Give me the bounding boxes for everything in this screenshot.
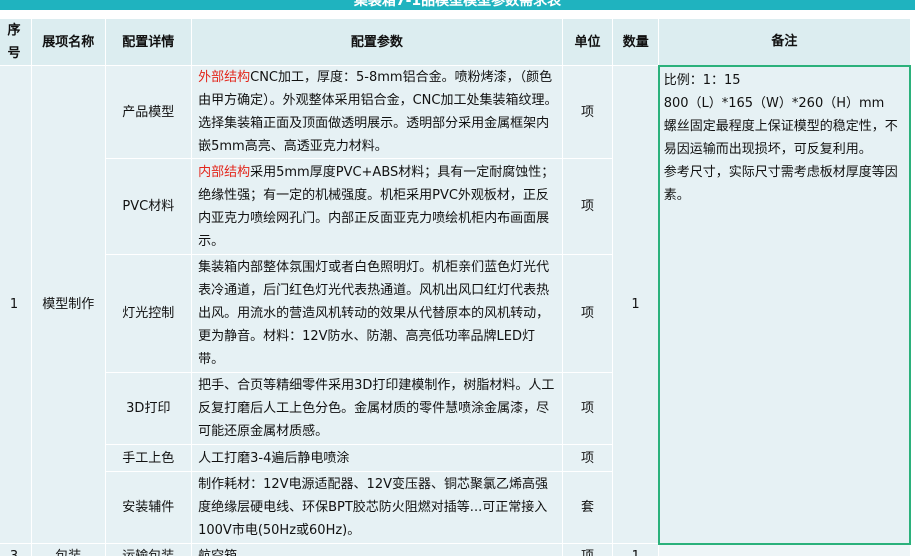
row1-params-highlight: 外部结构: [198, 70, 251, 85]
row3-unit: 项: [561, 254, 614, 373]
group3-qty: 1: [612, 543, 660, 556]
remark-line: 螺丝固定最程度上保证模型的稳定性，不易因运输而出现损坏，可反复利用。: [663, 118, 898, 157]
row5-params: 人工打磨3-4遍后静电喷涂: [191, 444, 563, 472]
row1-detail: 产品模型: [104, 65, 193, 159]
table-title: 集装箱7-1品模型模型参数需求表: [0, 0, 915, 10]
header-row: 序号 展项名称 配置详情 配置参数 单位 数量 备注: [0, 18, 911, 66]
group3-seq: 3: [0, 543, 32, 556]
group1-name: 模型制作: [30, 65, 106, 544]
row1-unit: 项: [561, 65, 614, 159]
group3-detail: 运输包装: [104, 543, 193, 556]
table-row: 3 包装 运输包装 航空箱 项 1: [0, 543, 911, 556]
row2-params-highlight: 内部结构: [198, 164, 251, 180]
header-config-detail: 配置详情: [104, 18, 193, 66]
group1-seq: 1: [0, 65, 32, 544]
remark-line: 比例：1：15: [663, 72, 741, 88]
row6-params: 制作耗材：12V电源适配器、12V变压器、铜芯聚氯乙烯高强度绝缘层硬电线、环保B…: [191, 471, 563, 544]
header-qty: 数量: [612, 18, 660, 66]
spec-table: 序号 展项名称 配置详情 配置参数 单位 数量 备注 1 模型制作 产品模型 外…: [0, 18, 912, 556]
row4-detail: 3D打印: [104, 372, 193, 445]
spec-sheet: 集装箱7-1品模型模型参数需求表 序号 展项名称 配置详情 配置参数 单位 数量…: [0, 0, 915, 556]
group3-name: 包装: [30, 543, 106, 556]
row2-unit: 项: [561, 158, 614, 255]
group3-unit: 项: [561, 543, 614, 556]
row2-params-text: 采用5mm厚度PVC+ABS材料；具有一定耐腐蚀性；绝缘性强；有一定的机械强度。…: [198, 164, 555, 249]
row6-unit: 套: [561, 471, 614, 544]
header-seq: 序号: [0, 18, 32, 66]
group3-params: 航空箱: [191, 543, 563, 556]
group1-qty: 1: [612, 65, 660, 544]
remark-cell: 比例：1：15 800（L）*165（W）*260（H）mm 螺丝固定最程度上保…: [657, 64, 912, 545]
row5-detail: 手工上色: [104, 444, 193, 472]
header-remark: 备注: [658, 18, 911, 66]
row1-params: 外部结构CNC加工，厚度：5-8mm铝合金。喷粉烤漆，（颜色由甲方确定）。外观整…: [191, 65, 563, 159]
group3-remark: [658, 543, 911, 556]
row2-params: 内部结构采用5mm厚度PVC+ABS材料；具有一定耐腐蚀性；绝缘性强；有一定的机…: [191, 158, 563, 255]
row3-params: 集装箱内部整体氛围灯或者白色照明灯。机柜亲们蓝色灯光代表冷通道，后门红色灯光代表…: [191, 254, 563, 373]
row5-unit: 项: [561, 444, 614, 472]
row3-detail: 灯光控制: [104, 254, 193, 373]
row1-params-text: CNC加工，厚度：5-8mm铝合金。喷粉烤漆，（颜色由甲方确定）。外观整体采用铝…: [198, 70, 558, 154]
header-unit: 单位: [561, 18, 614, 66]
row4-unit: 项: [561, 372, 614, 445]
row2-detail: PVC材料: [104, 158, 193, 255]
remark-line: 参考尺寸，实际尺寸需考虑板材厚度等因素。: [663, 164, 898, 203]
row4-params: 把手、合页等精细零件采用3D打印建模制作，树脂材料。人工反复打磨后人工上色分色。…: [191, 372, 563, 445]
header-config-params: 配置参数: [191, 18, 563, 66]
remark-line: 800（L）*165（W）*260（H）mm: [663, 95, 885, 111]
header-item-name: 展项名称: [30, 18, 106, 66]
row6-detail: 安装辅件: [104, 471, 193, 544]
table-row: 1 模型制作 产品模型 外部结构CNC加工，厚度：5-8mm铝合金。喷粉烤漆，（…: [0, 64, 912, 545]
